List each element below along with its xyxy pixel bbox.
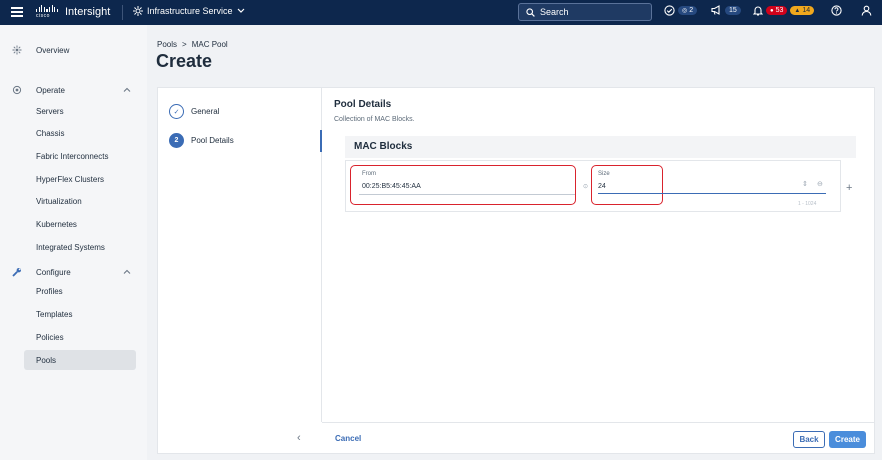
wizard-card: ✓ General 2 Pool Details ‹ Pool Details …	[157, 87, 875, 454]
stepper-icon[interactable]: ⇕	[802, 180, 808, 188]
from-underline	[359, 194, 575, 195]
wizard-footer: Cancel Back Create	[322, 422, 875, 454]
sidebar-item-templates[interactable]: Templates	[36, 310, 72, 319]
sidebar-item-virtualization[interactable]: Virtualization	[36, 197, 82, 206]
search-icon	[526, 7, 535, 17]
check-circle-icon	[664, 5, 675, 16]
separator-icon: ⊙	[583, 184, 589, 190]
announcements-badge: 15	[725, 5, 741, 15]
mac-block-row: From 00:25:B5:45:45:AA ⊙ Size 24 ⇕ ⊖ 1 -…	[345, 160, 841, 212]
add-block-plus-icon[interactable]: +	[846, 182, 852, 194]
sidebar-section-operate[interactable]: Operate	[12, 85, 131, 95]
search-input[interactable]: Search	[518, 3, 652, 21]
breadcrumb-separator: >	[182, 40, 187, 49]
breadcrumb: Pools > MAC Pool	[157, 40, 228, 49]
sidebar-item-chassis[interactable]: Chassis	[36, 129, 64, 138]
service-label: Infrastructure Service	[147, 6, 233, 16]
wrench-icon	[12, 268, 21, 277]
warning-alarms-badge: ▲ 14	[790, 6, 815, 15]
section-title: Pool Details	[334, 99, 392, 110]
sidebar-item-pools[interactable]: Pools	[36, 356, 56, 365]
sidebar-item-overview[interactable]: Overview	[12, 45, 69, 55]
operate-icon	[12, 85, 22, 95]
sidebar-section-configure[interactable]: Configure	[12, 267, 131, 277]
step-pool-details[interactable]: 2 Pool Details	[169, 133, 234, 148]
step-pool-details-label: Pool Details	[191, 136, 234, 145]
step-done-check-icon: ✓	[169, 104, 184, 119]
help-icon	[831, 5, 842, 16]
cancel-button[interactable]: Cancel	[335, 434, 361, 443]
page-title: Create	[156, 51, 213, 71]
app-brand: Intersight	[65, 6, 111, 18]
mac-blocks-header: MAC Blocks	[345, 136, 856, 158]
chevron-down-icon	[237, 8, 244, 13]
sidebar-item-fabric-interconnects[interactable]: Fabric Interconnects	[36, 152, 108, 161]
user-icon	[861, 5, 872, 16]
step-number: 2	[169, 133, 184, 148]
bell-icon	[753, 6, 763, 16]
topbar-divider	[122, 5, 123, 20]
from-label: From	[362, 171, 376, 177]
sidebar: Overview Operate Servers Chassis Fabric …	[0, 25, 147, 460]
chevron-up-icon	[123, 269, 131, 274]
critical-alarms-badge: ● 53	[766, 6, 788, 15]
requests-badge: ◎ 2	[678, 6, 698, 15]
breadcrumb-pools[interactable]: Pools	[157, 40, 177, 49]
size-input[interactable]: 24	[598, 183, 606, 190]
sidebar-item-hyperflex-clusters[interactable]: HyperFlex Clusters	[36, 175, 104, 184]
size-underline	[598, 193, 826, 194]
from-input[interactable]: 00:25:B5:45:45:AA	[362, 183, 421, 190]
chevron-up-icon	[123, 87, 131, 92]
cisco-logo: cisco	[36, 5, 58, 20]
info-icon[interactable]: ⊖	[817, 180, 823, 188]
size-range-hint: 1 - 1024	[798, 201, 817, 207]
sidebar-item-kubernetes[interactable]: Kubernetes	[36, 220, 77, 229]
announcements-indicator[interactable]: 15	[711, 5, 741, 15]
help-button[interactable]	[831, 5, 842, 16]
create-button[interactable]: Create	[829, 431, 866, 448]
breadcrumb-mac-pool: MAC Pool	[191, 40, 228, 49]
sidebar-item-servers[interactable]: Servers	[36, 107, 64, 116]
overview-icon	[12, 45, 22, 55]
back-button[interactable]: Back	[793, 431, 825, 448]
size-label: Size	[598, 171, 610, 177]
requests-indicator[interactable]: ◎ 2	[664, 5, 698, 16]
top-bar: cisco Intersight Infrastructure Service …	[0, 0, 882, 25]
active-step-indicator	[320, 130, 322, 152]
step-general[interactable]: ✓ General	[169, 104, 219, 119]
sidebar-item-policies[interactable]: Policies	[36, 333, 64, 342]
megaphone-icon	[711, 5, 720, 15]
service-icon	[133, 6, 143, 16]
menu-icon[interactable]	[11, 7, 23, 17]
sidebar-item-integrated-systems[interactable]: Integrated Systems	[36, 243, 105, 252]
alarms-indicator[interactable]: ● 53 ▲ 14	[753, 5, 815, 16]
step-general-label: General	[191, 107, 220, 116]
collapse-chevron-left-icon[interactable]: ‹	[297, 432, 301, 444]
sidebar-item-profiles[interactable]: Profiles	[36, 287, 63, 296]
user-button[interactable]	[861, 5, 872, 16]
section-description: Collection of MAC Blocks.	[334, 116, 415, 123]
service-selector[interactable]: Infrastructure Service	[133, 6, 245, 16]
wizard-steps: ✓ General 2 Pool Details ‹	[158, 88, 322, 444]
search-label: Search	[540, 7, 569, 17]
